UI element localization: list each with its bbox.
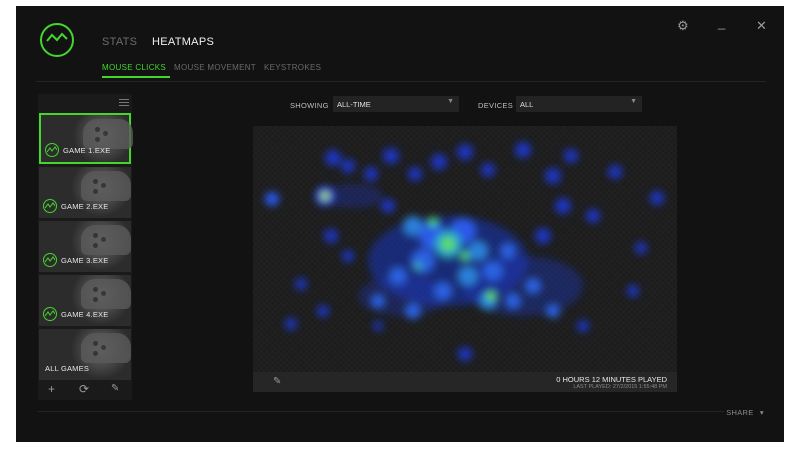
minimize-icon[interactable]: _	[718, 15, 725, 30]
pen-icon[interactable]: ✎	[273, 376, 281, 387]
game-label: GAME 2.EXE	[61, 202, 109, 211]
refresh-icon[interactable]: ⟳	[79, 383, 89, 395]
subtab-mouse-clicks[interactable]: MOUSE CLICKS	[102, 63, 166, 72]
games-sidebar: GAME 1.EXE GAME 2.EXE GAME 3.EXE GAME 4.…	[38, 94, 133, 400]
gamepad-image	[81, 333, 131, 363]
chevron-down-icon: ▼	[447, 98, 454, 105]
showing-value: ALL-TIME	[337, 100, 371, 109]
showing-label: SHOWING	[290, 101, 329, 110]
app-window: STATS HEATMAPS MOUSE CLICKS MOUSE MOVEME…	[16, 6, 784, 442]
pen-icon[interactable]: ✎	[111, 383, 119, 395]
gamepad-image	[81, 279, 131, 309]
razer-logo	[40, 23, 74, 57]
sidebar-toolbar: + ⟳ ✎	[38, 380, 132, 400]
razer-icon	[45, 143, 59, 157]
game-item-2[interactable]: GAME 2.EXE	[39, 167, 131, 218]
game-item-1[interactable]: GAME 1.EXE	[39, 113, 133, 164]
game-label: GAME 3.EXE	[61, 256, 109, 265]
tab-heatmaps[interactable]: HEATMAPS	[152, 36, 214, 48]
menu-icon[interactable]	[119, 99, 129, 107]
razer-icon	[43, 253, 57, 267]
heatmap-footer: ✎ 0 HOURS 12 MINUTES PLAYED LAST PLAYED:…	[253, 372, 677, 392]
tab-stats[interactable]: STATS	[102, 36, 137, 48]
gamepad-image	[81, 171, 131, 201]
game-item-4[interactable]: GAME 4.EXE	[39, 275, 131, 326]
gear-icon[interactable]: ⚙	[677, 18, 689, 34]
last-played: LAST PLAYED: 27/2/2015 1:55:48 PM	[573, 384, 667, 390]
header-divider	[36, 81, 766, 82]
game-label: GAME 4.EXE	[61, 310, 109, 319]
gamepad-image	[83, 119, 133, 149]
bottom-divider	[38, 411, 724, 412]
subtab-keystrokes[interactable]: KEYSTROKES	[264, 63, 321, 72]
devices-dropdown[interactable]: ALL ▼	[516, 96, 642, 112]
share-button[interactable]: SHARE ▾	[726, 408, 764, 417]
devices-label: DEVICES	[478, 101, 514, 110]
razer-icon	[43, 307, 57, 321]
gamepad-image	[81, 225, 131, 255]
showing-dropdown[interactable]: ALL-TIME ▼	[333, 96, 459, 112]
subtab-mouse-movement[interactable]: MOUSE MOVEMENT	[174, 63, 256, 72]
heatmap-canvas	[253, 126, 677, 372]
hours-played: 0 HOURS 12 MINUTES PLAYED	[556, 375, 667, 384]
active-subtab-indicator	[102, 76, 170, 78]
chevron-down-icon: ▾	[759, 408, 764, 417]
heatmap-image	[265, 142, 664, 361]
razer-icon	[43, 199, 57, 213]
share-label: SHARE	[726, 408, 754, 417]
devices-value: ALL	[520, 100, 534, 109]
game-label: GAME 1.EXE	[63, 146, 111, 155]
game-label: ALL GAMES	[45, 364, 90, 373]
close-icon[interactable]: ✕	[756, 18, 767, 34]
plus-icon[interactable]: +	[48, 383, 55, 395]
game-item-all[interactable]: ALL GAMES	[39, 329, 131, 380]
game-item-3[interactable]: GAME 3.EXE	[39, 221, 131, 272]
chevron-down-icon: ▼	[630, 98, 637, 105]
